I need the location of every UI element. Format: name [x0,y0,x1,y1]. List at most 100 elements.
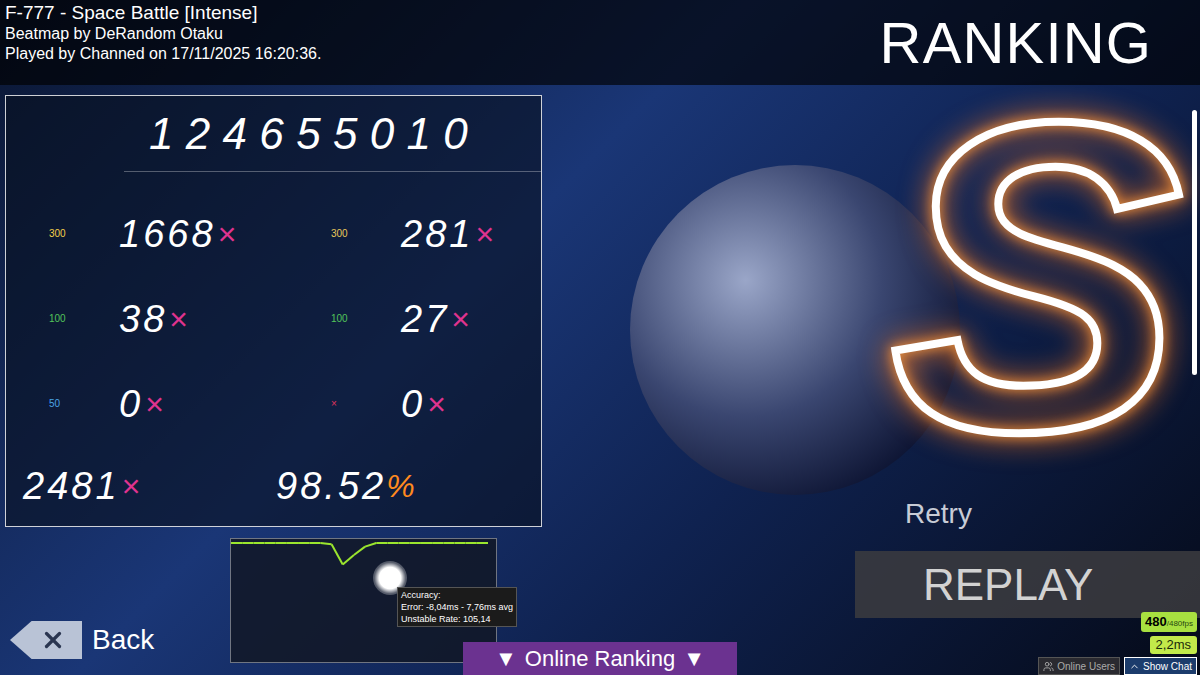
hit-value: 281 [401,215,474,253]
accuracy: 98.52% [276,467,415,505]
tooltip-line: Accuracy: [401,589,513,601]
hit-value: 27 [401,300,449,338]
score-panel: 1246550103001668×300281×10038×10027×500×… [5,95,542,527]
header-bar: F-777 - Space Battle [Intense]Beatmap by… [0,0,1200,85]
footer-buttons: Online Users Show Chat [1038,657,1197,675]
scrollbar [1192,110,1197,375]
summary-row: 2481×98.52% [6,446,541,526]
hp-line-segment [298,542,309,544]
hit-count: 300281× [288,215,541,253]
grade: S [890,112,1183,442]
replay-button[interactable]: REPLAY [855,551,1200,618]
footer-button-label: Online Users [1057,659,1115,674]
tooltip-line: Unstable Rate: 105,14 [401,613,513,625]
hp-line-segment [399,542,410,544]
divider [124,171,541,172]
frame-time-box: 2,2ms [1150,636,1197,654]
hp-line-segment [253,542,264,544]
hit-count: 3001668× [6,215,288,253]
multiplier: × [218,218,237,250]
accuracy-unit: % [386,470,414,502]
arrow: ▼ [495,642,517,675]
back-tab [10,621,82,659]
hit-count: 10038× [6,300,288,338]
retry-button[interactable]: Retry [905,498,972,530]
hit-value: 0 [401,385,425,423]
hp-line-segment [421,542,432,544]
fps-current: 480 [1145,612,1167,632]
footer-button[interactable]: Online Users [1038,657,1120,675]
hit-row: 10038×10027× [6,276,541,361]
back-label: Back [92,619,154,661]
hp-line-segment [454,542,465,544]
hp-line-segment [354,547,365,555]
right-column: S Retry REPLAY [545,85,1200,675]
hit-value: 38 [119,300,167,338]
accuracy-tooltip: Accuracy:Error: -8,04ms - 7,76ms avgUnst… [397,587,517,627]
multiplier: × [122,470,141,502]
back-button[interactable]: Back [10,619,154,661]
hp-line-segment [287,542,298,544]
hp-line-segment [477,542,488,544]
hit-count: 10027× [288,300,541,338]
hp-line-segment [309,542,320,544]
online-ranking-button[interactable]: ▼Online Ranking▼ [463,642,737,675]
multiplier: × [476,218,495,250]
hp-line-segment [432,542,443,544]
hit-row: 500××0× [6,361,541,446]
hit-label: 100 [331,311,401,326]
hit-value: 0 [119,385,143,423]
chevron-up-icon [1129,661,1140,672]
hp-line-segment [343,555,354,565]
hit-label: 300 [49,226,119,241]
footer-button[interactable]: Show Chat [1124,657,1197,675]
accuracy-value: 98.52 [276,467,386,505]
hit-value: 1668 [119,215,216,253]
footer-button-label: Show Chat [1143,659,1192,674]
beatmap-author: Beatmap by DeRandom Otaku [5,24,321,44]
hp-line-segment [387,542,398,544]
hit-label: 300 [331,226,401,241]
song-title: F-777 - Space Battle [Intense] [5,2,321,24]
users-icon [1043,661,1054,672]
hp-line-segment [231,542,242,544]
hp-line-segment [410,542,421,544]
hp-line-segment [365,543,376,547]
hit-label: 50 [49,396,119,411]
combo-value: 2481 [23,467,120,505]
song-info: F-777 - Space Battle [Intense]Beatmap by… [0,0,321,64]
hp-line-segment [466,542,477,544]
hit-label: × [331,396,401,411]
arrow: ▼ [683,642,705,675]
performance-graph: Accuracy:Error: -8,04ms - 7,76ms avgUnst… [230,538,497,663]
hp-line-segment [242,542,253,544]
hp-line-segment [376,542,387,544]
hp-line-segment [276,542,287,544]
ranking-screen: F-777 - Space Battle [Intense]Beatmap by… [0,0,1200,675]
ranking-heading: RANKING [880,14,1200,72]
hp-line-segment [443,542,454,544]
hit-grid: 3001668×300281×10038×10027×500××0× [6,191,541,446]
multiplier: × [451,303,470,335]
multiplier: × [145,388,164,420]
hp-line-segment [332,544,343,564]
fps-target: /480fps [1167,618,1193,630]
fps-counter: 480/480fps 2,2ms [1141,612,1197,654]
hit-count: 500× [6,385,288,423]
hit-label: 100 [49,311,119,326]
body: 1246550103001668×300281×10038×10027×500×… [0,85,1200,675]
left-column: 1246550103001668×300281×10038×10027×500×… [0,85,545,675]
hit-row: 3001668×300281× [6,191,541,276]
fps-box: 480/480fps [1141,612,1197,632]
tooltip-line: Error: -8,04ms - 7,76ms avg [401,601,513,613]
close-icon [40,627,66,653]
hp-line-segment [265,542,276,544]
max-combo: 2481× [23,467,276,505]
hit-count: ×0× [288,385,541,423]
played-by: Played by Channed on 17/11/2025 16:20:36… [5,44,321,64]
hp-line-segment [320,543,331,544]
online-ranking-label: Online Ranking [525,642,675,675]
score: 124655010 [6,96,541,171]
multiplier: × [427,388,446,420]
content: F-777 - Space Battle [Intense]Beatmap by… [0,0,1200,675]
